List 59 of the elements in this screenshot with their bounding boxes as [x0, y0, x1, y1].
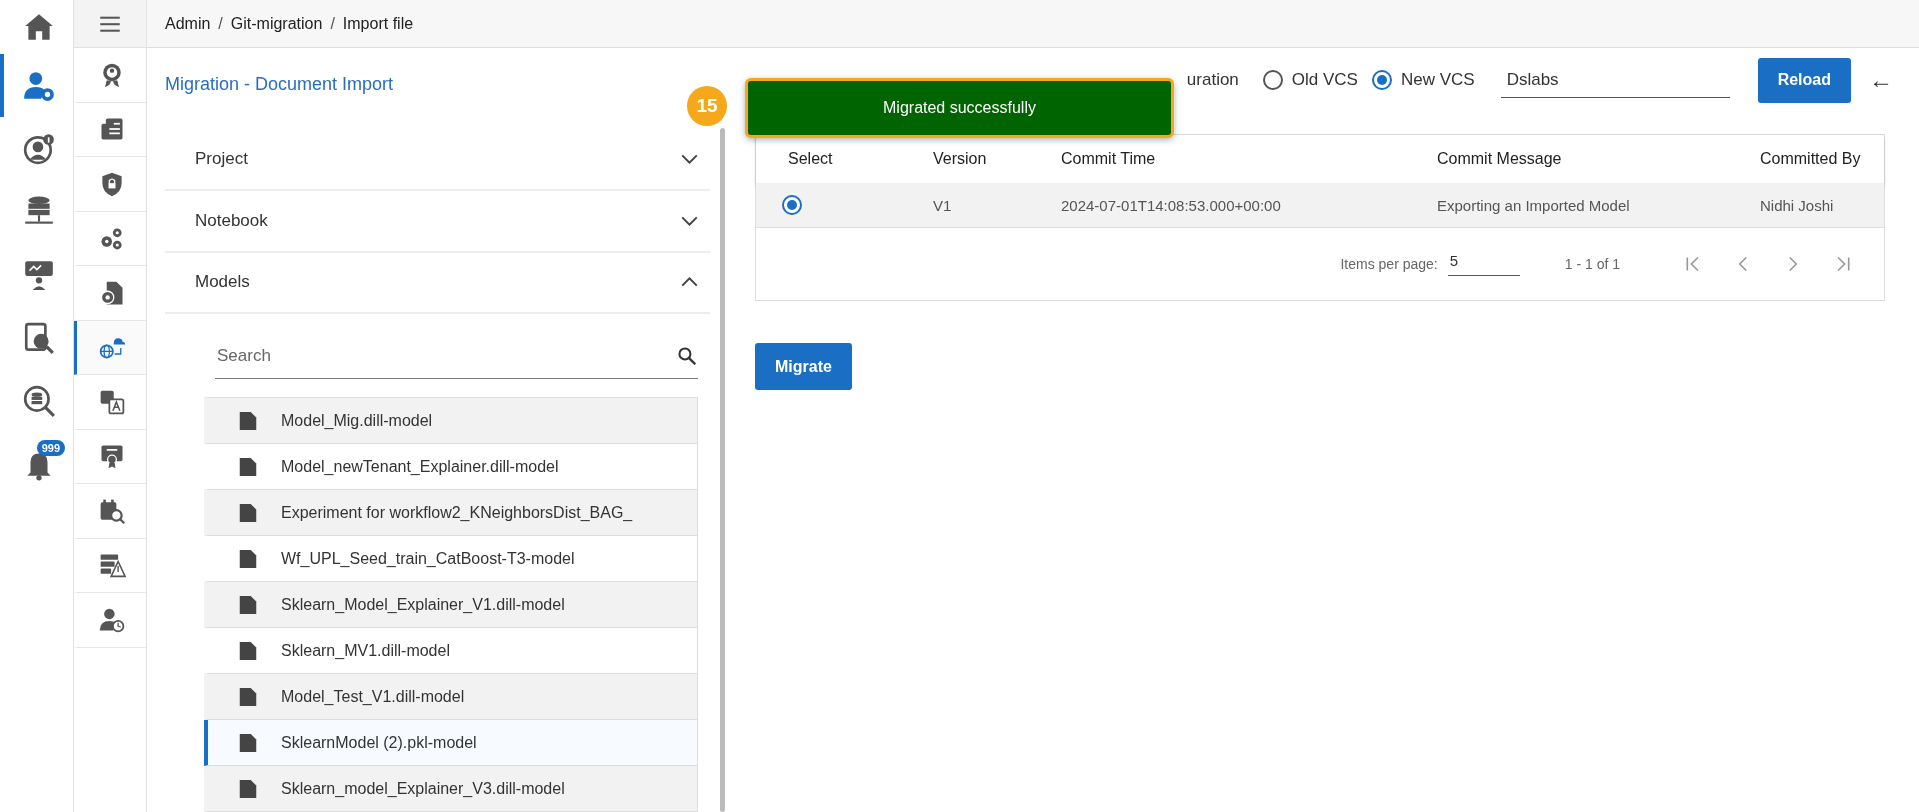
model-item[interactable]: Sklearn_model_Explainer_V3.dill-model [204, 766, 698, 812]
column-header: Version [932, 150, 988, 168]
menu-button[interactable] [74, 0, 146, 48]
file-icon [237, 639, 259, 662]
accordion-header[interactable]: Models [165, 252, 710, 315]
search-field[interactable]: Search [215, 345, 676, 368]
model-item[interactable]: Sklearn_Model_Explainer_V1.dill-model [204, 582, 698, 628]
table-row[interactable]: V1 2024-07-01T14:08:53.000+00:00 Exporting an Imported Model Nidhi Joshi [756, 183, 1884, 228]
breadcrumb-link[interactable]: Import file [342, 14, 414, 33]
success-toast: Migrated successfully [745, 78, 1174, 138]
user-info-icon [21, 131, 56, 166]
step-number-badge: 15 [687, 86, 727, 126]
scrollbar[interactable] [720, 128, 725, 812]
chevron-down-icon [681, 215, 698, 226]
accordion-header[interactable]: Notebook [165, 190, 710, 253]
accordion-header[interactable]: Project [165, 129, 710, 191]
breadcrumb-separator: / [218, 14, 223, 33]
page-title: Migration - Document Import [165, 74, 395, 95]
submenu-item[interactable] [74, 320, 146, 375]
column-header: Commit Time [1060, 150, 1157, 168]
rail-item[interactable]: 999 [0, 432, 73, 495]
items-per-page-label: Items per page: [1340, 256, 1438, 272]
file-icon [237, 593, 259, 616]
select-radio[interactable] [782, 195, 802, 215]
page-range: 1 - 1 of 1 [1564, 256, 1620, 272]
file-icon [237, 409, 259, 432]
file-icon [237, 731, 259, 754]
database-search-icon [21, 383, 56, 418]
file-icon [237, 777, 259, 800]
model-item[interactable]: SklearnModel (2).pkl-model [204, 720, 698, 766]
reload-button[interactable]: Reload [1757, 57, 1851, 103]
model-item[interactable]: Experiment for workflow2_KNeighborsDist_BAG_ [204, 490, 698, 536]
breadcrumb-link[interactable]: Admin [165, 14, 211, 33]
file-icon [237, 455, 259, 478]
column-header: Select [787, 150, 834, 168]
migrate-button[interactable]: Migrate [755, 343, 852, 390]
column-header: Commit Message [1436, 150, 1563, 168]
chevron-down-icon [681, 153, 698, 164]
breadcrumb-separator: / [330, 14, 335, 33]
vcs-radio-option[interactable]: Old VCS [1262, 70, 1358, 90]
model-item[interactable]: Model_Mig.dill-model [204, 397, 698, 444]
table-cell-text: 2024-07-01T14:08:53.000+00:00 [1060, 196, 1282, 214]
table-cell-text: V1 [932, 196, 953, 214]
search-icon [676, 345, 698, 368]
table-cell-text: Nidhi Joshi [1759, 196, 1835, 214]
configuration-label: uration [1186, 70, 1239, 90]
model-item[interactable]: Model_Test_V1.dill-model [204, 674, 698, 720]
notification-count: 999 [36, 440, 65, 456]
file-icon [237, 685, 259, 708]
vcs-name-field[interactable]: Dslabs [1504, 68, 1730, 91]
vcs-radio-option[interactable]: New VCS [1371, 70, 1475, 90]
back-button[interactable]: ← [1869, 66, 1893, 94]
table-cell-text: Exporting an Imported Model [1436, 196, 1631, 214]
page-size-select[interactable]: 5 [1447, 252, 1520, 276]
file-icon [237, 547, 259, 570]
file-icon [237, 501, 259, 524]
breadcrumb-link[interactable]: Git-migration [230, 14, 323, 33]
column-header: Committed By [1759, 150, 1862, 168]
chevron-up-icon [681, 277, 698, 288]
